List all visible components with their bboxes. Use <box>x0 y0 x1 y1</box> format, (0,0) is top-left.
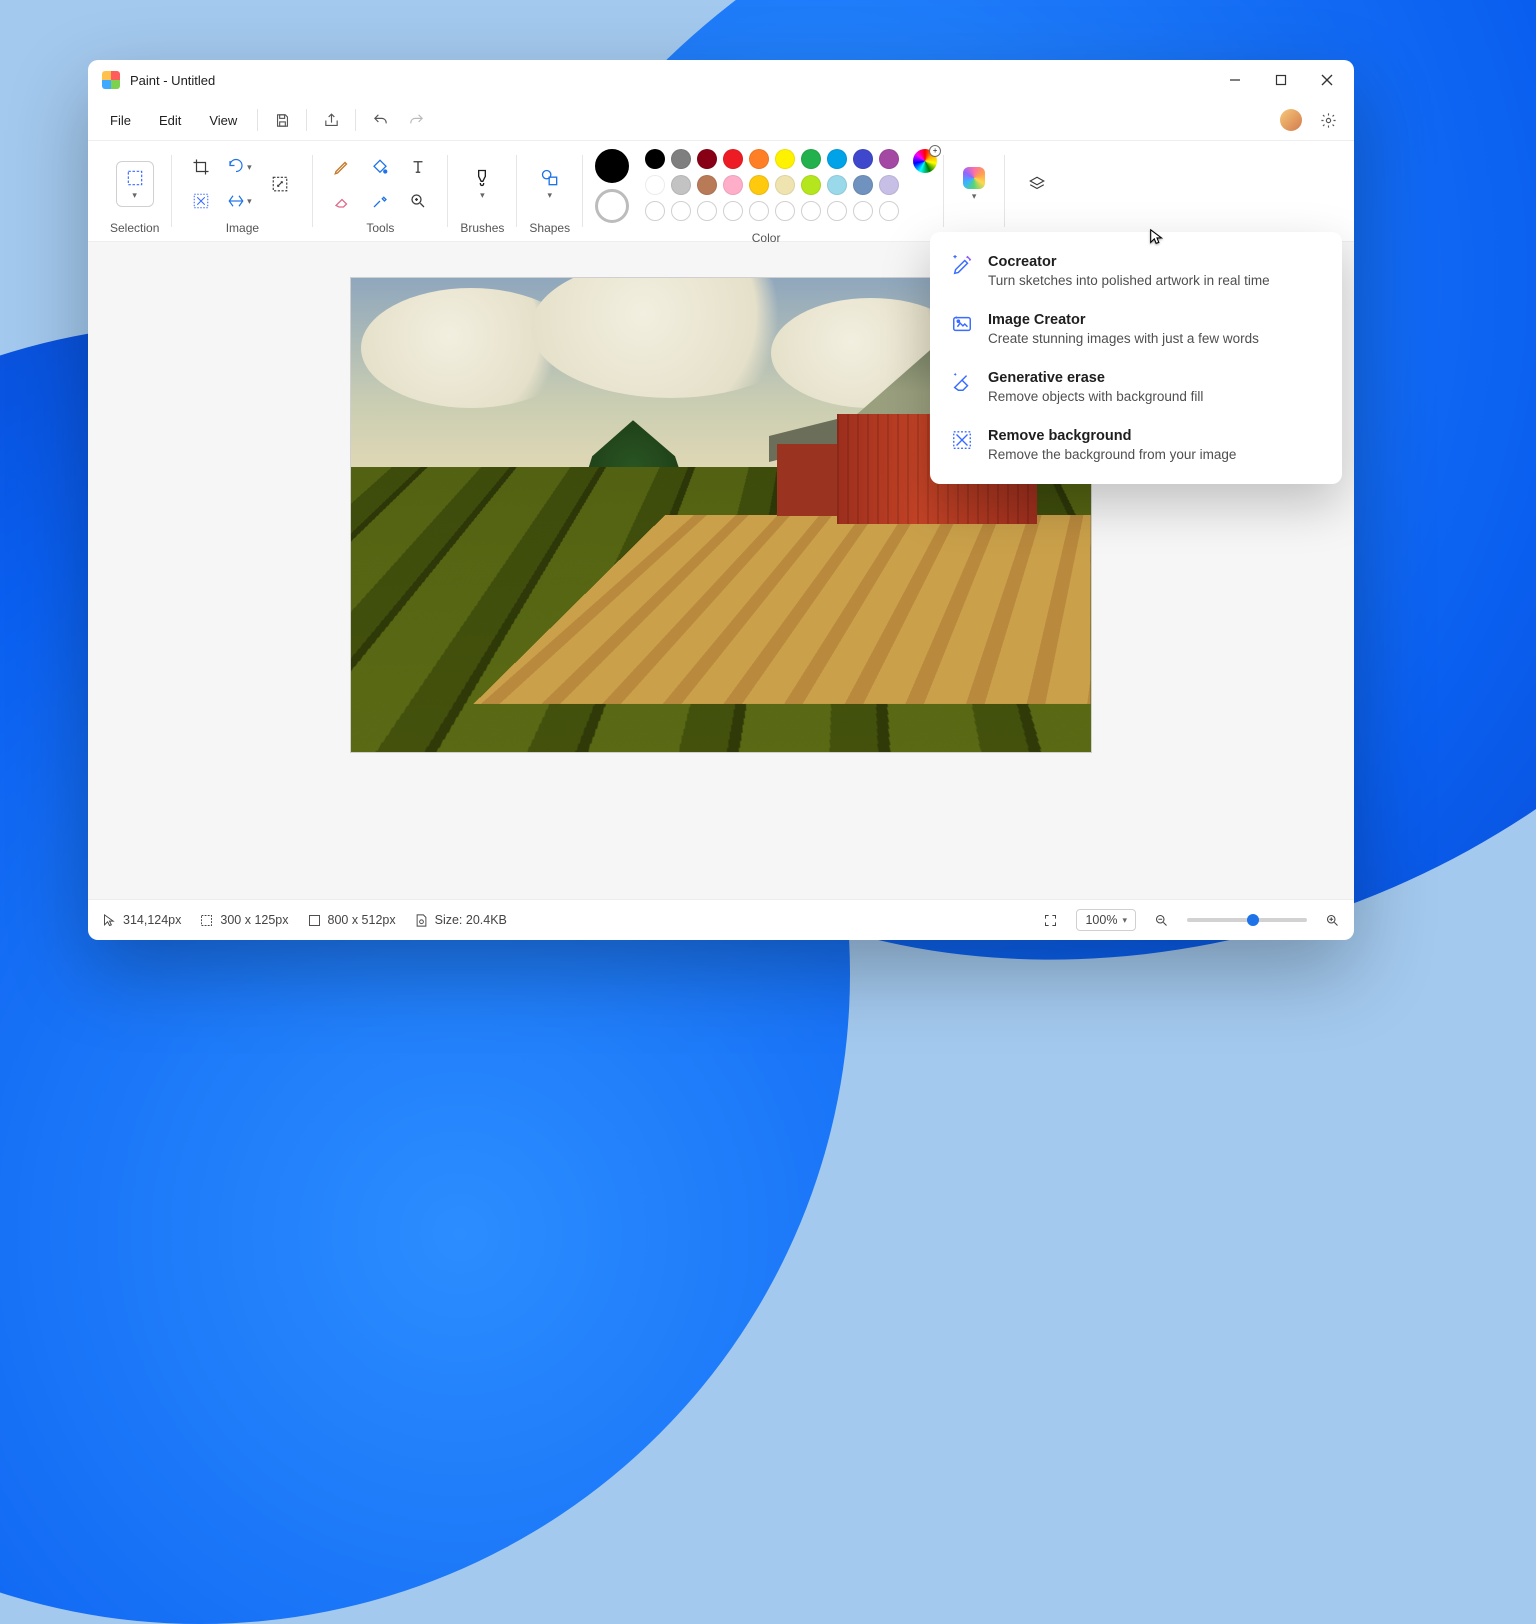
color-swatch[interactable] <box>827 149 847 169</box>
secondary-color[interactable] <box>595 189 629 223</box>
window-title: Paint - Untitled <box>130 73 215 88</box>
custom-color-slot[interactable] <box>775 201 795 221</box>
menubar: File Edit View <box>88 100 1354 141</box>
group-layers <box>1005 141 1069 241</box>
menu-generative-erase[interactable]: Generative eraseRemove objects with back… <box>940 358 1332 416</box>
undo-button[interactable] <box>362 105 398 135</box>
user-avatar[interactable] <box>1280 109 1302 131</box>
custom-color-slot[interactable] <box>645 201 665 221</box>
maximize-button[interactable] <box>1258 60 1304 100</box>
menu-remove-background[interactable]: Remove backgroundRemove the background f… <box>940 416 1332 474</box>
generative-erase-icon <box>950 370 974 394</box>
eyedropper-tool[interactable] <box>363 186 397 216</box>
custom-color-slot[interactable] <box>749 201 769 221</box>
minimize-button[interactable] <box>1212 60 1258 100</box>
copilot-menu: CocreatorTurn sketches into polished art… <box>930 232 1342 484</box>
flip-tool[interactable]: ▾ <box>222 186 256 216</box>
crop-tool[interactable] <box>184 152 218 182</box>
color-palette <box>645 149 899 221</box>
menu-view[interactable]: View <box>195 107 251 134</box>
custom-color-slot[interactable] <box>697 201 717 221</box>
color-swatch[interactable] <box>697 175 717 195</box>
titlebar: Paint - Untitled <box>88 60 1354 100</box>
group-image: ▾ ▾ Image <box>172 141 312 241</box>
color-swatch[interactable] <box>671 175 691 195</box>
status-file-size: Size: 20.4KB <box>414 913 507 928</box>
cocreator-icon <box>950 254 974 278</box>
color-swatch[interactable] <box>879 175 899 195</box>
group-color: + Color <box>583 141 943 241</box>
color-swatch[interactable] <box>801 149 821 169</box>
zoom-in-button[interactable] <box>1325 913 1340 928</box>
layers-button[interactable] <box>1017 164 1057 204</box>
group-selection: ▾ Selection <box>98 141 171 241</box>
menu-file[interactable]: File <box>96 107 145 134</box>
resize-tool[interactable] <box>260 164 300 204</box>
custom-color-slot[interactable] <box>879 201 899 221</box>
group-shapes: ▾ Shapes <box>517 141 582 241</box>
remove-background-icon <box>950 428 974 452</box>
color-swatch[interactable] <box>645 149 665 169</box>
color-swatch[interactable] <box>827 175 847 195</box>
magnifier-tool[interactable] <box>401 186 435 216</box>
brush-tool[interactable]: ▾ <box>464 162 500 206</box>
status-cursor-pos: 314,124px <box>102 913 181 928</box>
color-swatch[interactable] <box>723 149 743 169</box>
selection-tool[interactable]: ▾ <box>116 161 154 207</box>
text-tool[interactable] <box>401 152 435 182</box>
share-button[interactable] <box>313 105 349 135</box>
save-button[interactable] <box>264 105 300 135</box>
custom-color-slot[interactable] <box>801 201 821 221</box>
paint-window: Paint - Untitled File Edit View ▾ Select… <box>88 60 1354 940</box>
image-creator-icon <box>950 312 974 336</box>
zoom-level[interactable]: 100%▾ <box>1076 909 1136 931</box>
rotate-tool[interactable]: ▾ <box>222 152 256 182</box>
close-button[interactable] <box>1304 60 1350 100</box>
primary-color[interactable] <box>595 149 629 183</box>
mouse-cursor-icon <box>1148 228 1166 249</box>
group-copilot: ▾ <box>944 141 1004 241</box>
shape-tool[interactable]: ▾ <box>532 162 568 206</box>
status-selection-size: 300 x 125px <box>199 913 288 928</box>
copilot-button[interactable]: ▾ <box>956 162 992 206</box>
status-canvas-size: 800 x 512px <box>307 913 396 928</box>
eraser-tool[interactable] <box>325 186 359 216</box>
app-icon <box>102 71 120 89</box>
color-swatch[interactable] <box>853 149 873 169</box>
color-swatch[interactable] <box>697 149 717 169</box>
zoom-slider[interactable] <box>1187 918 1307 922</box>
ribbon: ▾ Selection ▾ ▾ Image <box>88 141 1354 242</box>
color-swatch[interactable] <box>749 175 769 195</box>
redo-button[interactable] <box>398 105 434 135</box>
menu-cocreator[interactable]: CocreatorTurn sketches into polished art… <box>940 242 1332 300</box>
edit-colors-button[interactable]: + <box>913 149 937 173</box>
fill-tool[interactable] <box>363 152 397 182</box>
color-swatch[interactable] <box>723 175 743 195</box>
statusbar: 314,124px 300 x 125px 800 x 512px Size: … <box>88 899 1354 940</box>
menu-image-creator[interactable]: Image CreatorCreate stunning images with… <box>940 300 1332 358</box>
color-swatch[interactable] <box>879 149 899 169</box>
settings-button[interactable] <box>1310 105 1346 135</box>
custom-color-slot[interactable] <box>827 201 847 221</box>
color-swatch[interactable] <box>749 149 769 169</box>
color-swatch[interactable] <box>775 175 795 195</box>
group-tools: Tools <box>313 141 447 241</box>
color-swatch[interactable] <box>671 149 691 169</box>
color-swatch[interactable] <box>645 175 665 195</box>
color-swatch[interactable] <box>801 175 821 195</box>
custom-color-slot[interactable] <box>671 201 691 221</box>
fit-screen-button[interactable] <box>1043 913 1058 928</box>
menu-edit[interactable]: Edit <box>145 107 195 134</box>
zoom-out-button[interactable] <box>1154 913 1169 928</box>
custom-color-slot[interactable] <box>853 201 873 221</box>
pencil-tool[interactable] <box>325 152 359 182</box>
color-swatch[interactable] <box>775 149 795 169</box>
custom-color-slot[interactable] <box>723 201 743 221</box>
remove-bg-tool[interactable] <box>184 186 218 216</box>
copilot-icon <box>963 167 985 189</box>
group-brushes: ▾ Brushes <box>448 141 516 241</box>
color-swatch[interactable] <box>853 175 873 195</box>
